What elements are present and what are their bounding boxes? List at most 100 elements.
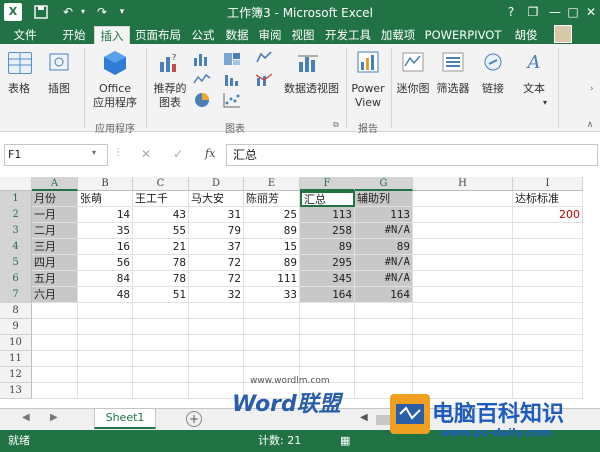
cell-h3[interactable] [413, 223, 513, 239]
cell-c9[interactable] [133, 319, 189, 335]
filter-icon[interactable] [442, 52, 464, 72]
tab-file[interactable]: 文件 [0, 26, 50, 44]
cell-c1[interactable]: 王工千 [133, 191, 189, 207]
row-header-11[interactable]: 11 [0, 351, 32, 367]
cell-b10[interactable] [78, 335, 133, 351]
cell-c2[interactable]: 43 [133, 207, 189, 223]
row-header-3[interactable]: 3 [0, 223, 32, 239]
prev-sheet-icon[interactable]: ◀ [22, 412, 30, 423]
cell-i9[interactable] [513, 319, 583, 335]
collapse-ribbon-icon[interactable]: ∧ [584, 120, 596, 130]
cell-h12[interactable] [413, 367, 513, 383]
insert-function-icon[interactable]: fx [205, 147, 215, 160]
column-chart-icon[interactable] [193, 52, 211, 66]
cell-f6[interactable]: 345 [300, 271, 355, 287]
cell-g6[interactable]: #N/A [355, 271, 413, 287]
tab-addins[interactable]: 加载项 [378, 26, 418, 44]
cell-d9[interactable] [189, 319, 244, 335]
cancel-icon[interactable]: ✕ [141, 147, 151, 161]
cell-e1[interactable]: 陈丽芳 [244, 191, 300, 207]
avatar[interactable] [554, 25, 572, 43]
row-header-13[interactable]: 13 [0, 383, 32, 399]
cell-f7[interactable]: 164 [300, 287, 355, 303]
cell-f8[interactable] [300, 303, 355, 319]
cell-h8[interactable] [413, 303, 513, 319]
cell-c11[interactable] [133, 351, 189, 367]
line-chart-icon[interactable] [193, 72, 211, 86]
row-header-10[interactable]: 10 [0, 335, 32, 351]
pivotchart-icon[interactable] [296, 52, 322, 74]
cell-g5[interactable]: #N/A [355, 255, 413, 271]
cell-a7[interactable]: 六月 [32, 287, 78, 303]
tab-data[interactable]: 数据 [222, 26, 252, 44]
cell-g1[interactable]: 辅助列 [355, 191, 413, 207]
cell-g8[interactable] [355, 303, 413, 319]
cell-d3[interactable]: 79 [189, 223, 244, 239]
cell-c3[interactable]: 55 [133, 223, 189, 239]
row-header-1[interactable]: 1 [0, 191, 32, 207]
cell-i6[interactable] [513, 271, 583, 287]
cell-e3[interactable]: 89 [244, 223, 300, 239]
cell-e7[interactable]: 33 [244, 287, 300, 303]
cell-d6[interactable]: 72 [189, 271, 244, 287]
cell-e8[interactable] [244, 303, 300, 319]
ribbon-scroll-icon[interactable]: › [590, 84, 598, 96]
row-header-8[interactable]: 8 [0, 303, 32, 319]
cell-i11[interactable] [513, 351, 583, 367]
cell-b11[interactable] [78, 351, 133, 367]
tab-view[interactable]: 视图 [288, 26, 318, 44]
cell-b12[interactable] [78, 367, 133, 383]
cell-a4[interactable]: 三月 [32, 239, 78, 255]
cell-a13[interactable] [32, 383, 78, 399]
column-header-i[interactable]: I [513, 177, 583, 191]
cell-c12[interactable] [133, 367, 189, 383]
cell-h11[interactable] [413, 351, 513, 367]
cell-e9[interactable] [244, 319, 300, 335]
cell-b8[interactable] [78, 303, 133, 319]
cell-c10[interactable] [133, 335, 189, 351]
cell-h5[interactable] [413, 255, 513, 271]
office-apps-icon[interactable] [103, 50, 127, 76]
tab-review[interactable]: 审阅 [255, 26, 285, 44]
cell-d4[interactable]: 37 [189, 239, 244, 255]
normal-view-icon[interactable]: ▦ [340, 433, 350, 449]
cell-f3[interactable]: 258 [300, 223, 355, 239]
cell-a10[interactable] [32, 335, 78, 351]
cell-i4[interactable] [513, 239, 583, 255]
cell-d1[interactable]: 马大安 [189, 191, 244, 207]
tab-page-layout[interactable]: 页面布局 [133, 26, 183, 44]
statistic-chart-icon[interactable] [223, 72, 241, 86]
cell-b5[interactable]: 56 [78, 255, 133, 271]
cell-e6[interactable]: 111 [244, 271, 300, 287]
tab-home[interactable]: 开始 [58, 26, 90, 44]
cell-f2[interactable]: 113 [300, 207, 355, 223]
cell-i2[interactable]: 200 [513, 207, 583, 223]
column-header-f[interactable]: F [300, 177, 355, 191]
combo-chart-icon[interactable] [255, 72, 273, 86]
select-all-corner[interactable] [0, 177, 32, 191]
cell-a2[interactable]: 一月 [32, 207, 78, 223]
next-sheet-icon[interactable]: ▶ [50, 412, 58, 423]
tab-insert[interactable]: 插入 [94, 26, 130, 45]
cell-i8[interactable] [513, 303, 583, 319]
cell-d8[interactable] [189, 303, 244, 319]
cell-e2[interactable]: 25 [244, 207, 300, 223]
column-header-e[interactable]: E [244, 177, 300, 191]
cell-b4[interactable]: 16 [78, 239, 133, 255]
cell-g9[interactable] [355, 319, 413, 335]
cell-a11[interactable] [32, 351, 78, 367]
cell-a8[interactable] [32, 303, 78, 319]
cell-h6[interactable] [413, 271, 513, 287]
cell-h4[interactable] [413, 239, 513, 255]
waterfall-chart-icon[interactable] [255, 50, 273, 64]
cell-g11[interactable] [355, 351, 413, 367]
cell-f9[interactable] [300, 319, 355, 335]
cell-d12[interactable] [189, 367, 244, 383]
cell-b13[interactable] [78, 383, 133, 399]
cell-g12[interactable] [355, 367, 413, 383]
cell-f4[interactable]: 89 [300, 239, 355, 255]
hierarchy-chart-icon[interactable] [223, 52, 241, 66]
cell-g3[interactable]: #N/A [355, 223, 413, 239]
cell-b3[interactable]: 35 [78, 223, 133, 239]
add-sheet-button[interactable]: + [186, 411, 202, 427]
